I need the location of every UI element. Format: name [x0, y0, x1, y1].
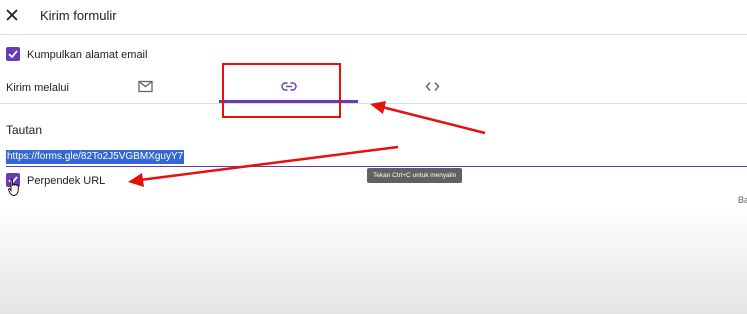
send-via-label: Kirim melalui	[6, 82, 69, 94]
link-section-title: Tautan	[6, 123, 43, 137]
collect-email-checkbox[interactable]	[6, 47, 20, 61]
close-icon[interactable]	[3, 6, 21, 24]
mail-icon[interactable]	[138, 80, 153, 93]
embed-code-icon[interactable]	[425, 81, 440, 92]
tab-divider	[0, 103, 747, 104]
dialog-header: Kirim formulir	[0, 0, 747, 35]
link-url-field[interactable]: https://forms.gle/82To2J5VGBMXguyY7	[6, 149, 747, 167]
annotation-highlight-box	[222, 63, 341, 118]
copy-hint-tooltip: Tekan Ctrl+C untuk menyalin	[367, 168, 463, 183]
link-url-text[interactable]: https://forms.gle/82To2J5VGBMXguyY7	[6, 150, 185, 164]
dialog-title: Kirim formulir	[40, 8, 117, 23]
check-icon	[8, 50, 18, 59]
shorten-url-label: Perpendek URL	[27, 175, 106, 187]
hand-cursor-icon	[8, 179, 19, 196]
clipped-button-text[interactable]: Ba	[738, 195, 747, 205]
collect-email-label: Kumpulkan alamat email	[27, 49, 148, 61]
